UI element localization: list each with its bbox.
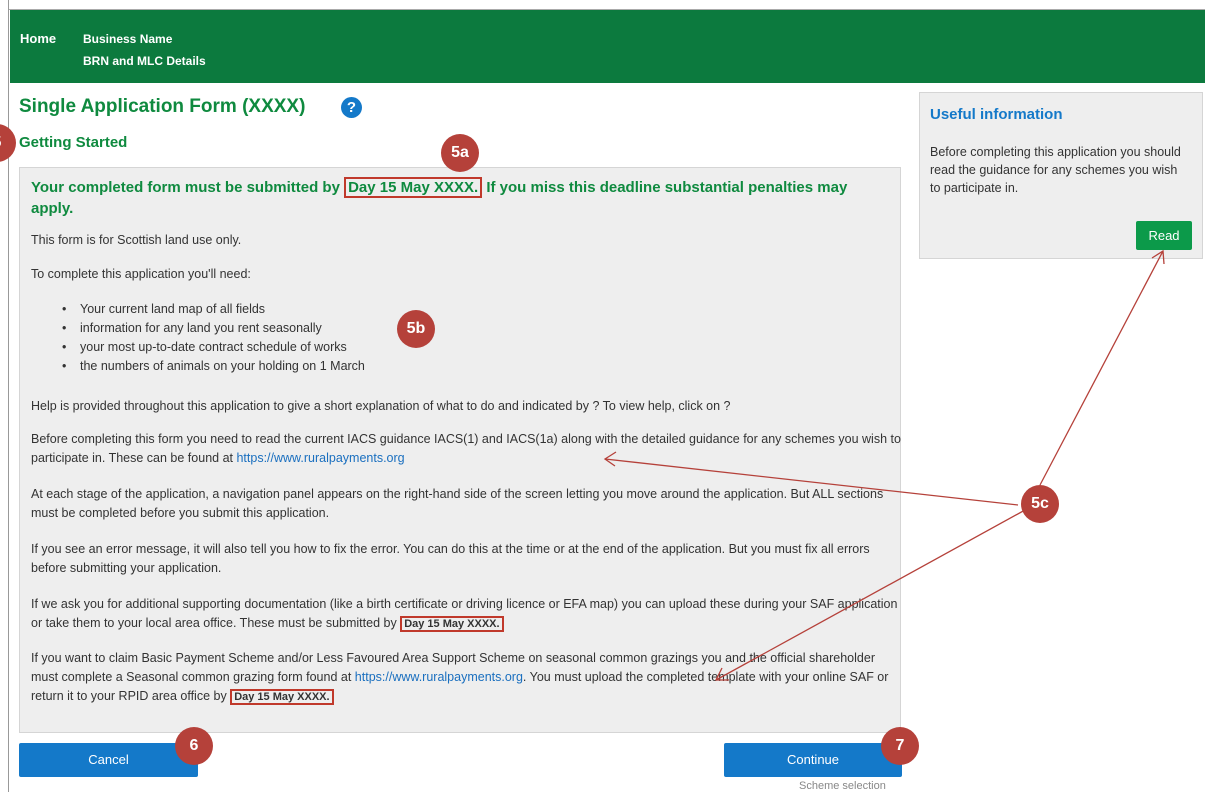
list-item: the numbers of animals on your holding o… <box>62 357 365 376</box>
annotation-marker-7: 7 <box>881 727 919 765</box>
deadline-notice: Your completed form must be submitted by… <box>31 177 891 219</box>
ruralpayments-link[interactable]: https://www.ruralpayments.org <box>236 451 404 465</box>
list-item: your most up-to-date contract schedule o… <box>62 338 365 357</box>
annotation-marker-6: 6 <box>175 727 213 765</box>
ruralpayments-link-2[interactable]: https://www.ruralpayments.org <box>355 670 523 684</box>
list-item: information for any land you rent season… <box>62 319 365 338</box>
continue-button[interactable]: Continue <box>724 743 902 777</box>
brn-mlc-link[interactable]: BRN and MLC Details <box>83 54 206 68</box>
guidance-text: Before completing this form you need to … <box>31 430 901 468</box>
requirements-intro: To complete this application you'll need… <box>31 267 251 281</box>
section-title: Getting Started <box>19 134 128 151</box>
annotation-marker-5c: 5c <box>1021 485 1059 523</box>
annotation-marker-5a: 5a <box>441 134 479 172</box>
annotation-marker-5b: 5b <box>397 310 435 348</box>
documentation-text: If we ask you for additional supporting … <box>31 595 901 634</box>
read-button[interactable]: Read <box>1136 221 1192 250</box>
deadline-prefix: Your completed form must be submitted by <box>31 179 340 196</box>
deadline-date: Day 15 May XXXX. <box>344 177 483 198</box>
next-step-label: Scheme selection <box>799 780 886 792</box>
navigation-text: At each stage of the application, a navi… <box>31 487 884 520</box>
top-header: Home Business Name BRN and MLC Details <box>10 10 1205 83</box>
frame-left-border <box>8 0 9 792</box>
cancel-button[interactable]: Cancel <box>19 743 198 777</box>
getting-started-panel: Your completed form must be submitted by… <box>19 167 901 733</box>
common-grazing-text: If you want to claim Basic Payment Schem… <box>31 649 901 707</box>
help-icon[interactable]: ? <box>341 97 362 118</box>
business-name-link[interactable]: Business Name <box>83 32 172 46</box>
annotation-marker-5: 5 <box>0 124 16 162</box>
page-title: Single Application Form (XXXX) <box>19 96 306 117</box>
common-grazing-date: Day 15 May XXXX. <box>230 689 334 705</box>
documentation-date: Day 15 May XXXX. <box>400 616 504 632</box>
useful-information-text: Before completing this application you s… <box>930 145 1181 195</box>
arrow-to-read <box>1039 250 1164 486</box>
error-text: If you see an error message, it will als… <box>31 542 870 575</box>
help-text: Help is provided throughout this applica… <box>31 399 731 413</box>
requirements-list: Your current land map of all fields info… <box>62 300 365 376</box>
useful-information-panel: Useful information Before completing thi… <box>919 92 1203 259</box>
scottish-land-text: This form is for Scottish land use only. <box>31 233 242 247</box>
home-link[interactable]: Home <box>20 31 56 46</box>
useful-information-title: Useful information <box>930 106 1063 123</box>
list-item: Your current land map of all fields <box>62 300 365 319</box>
guidance-body: Before completing this form you need to … <box>31 432 901 465</box>
